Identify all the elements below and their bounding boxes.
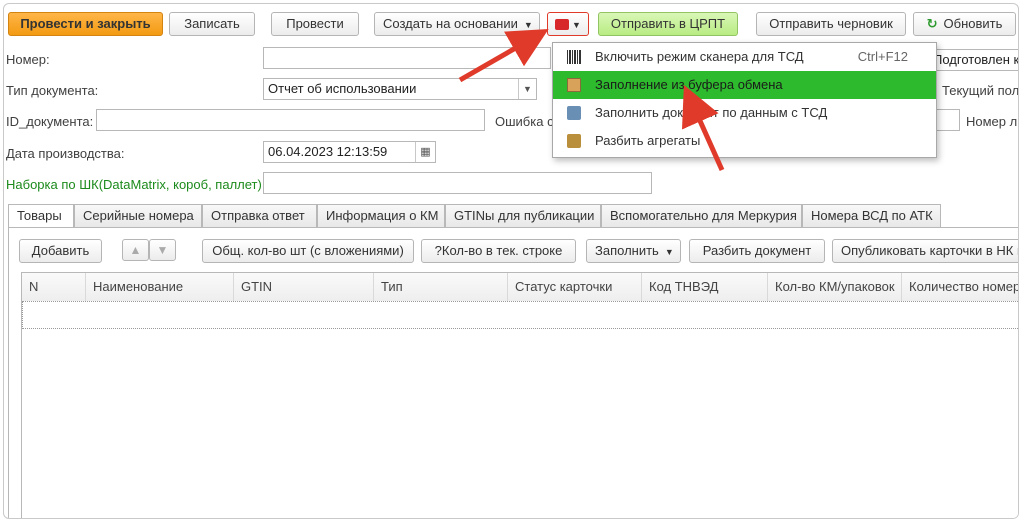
window-frame: Провести и закрыть Записать Провести Соз… bbox=[3, 3, 1019, 519]
tab-km-info[interactable]: Информация о КМ bbox=[317, 204, 445, 228]
refresh-button[interactable]: ↻ Обновить bbox=[913, 12, 1016, 36]
send-draft-button[interactable]: Отправить черновик bbox=[756, 12, 906, 36]
error-field[interactable] bbox=[933, 109, 960, 131]
menu-item-label: Включить режим сканера для ТСД bbox=[595, 49, 804, 64]
doc-type-select[interactable]: Отчет об использовании ▼ bbox=[263, 78, 537, 100]
send-to-crpt-button[interactable]: Отправить в ЦРПТ bbox=[598, 12, 738, 36]
doc-type-label: Тип документа: bbox=[6, 83, 99, 98]
split-document-button[interactable]: Разбить документ bbox=[689, 239, 825, 263]
fill-label: Заполнить bbox=[595, 243, 659, 258]
column-card-status[interactable]: Статус карточки bbox=[508, 273, 642, 301]
post-button[interactable]: Провести bbox=[271, 12, 359, 36]
column-name[interactable]: Наименование bbox=[86, 273, 234, 301]
tab-vsd-numbers[interactable]: Номера ВСД по АТК bbox=[802, 204, 941, 228]
prepared-label: Подготовлен к bbox=[933, 52, 1019, 67]
save-button[interactable]: Записать bbox=[169, 12, 255, 36]
toolbox-icon bbox=[555, 19, 570, 30]
scanner-device-icon bbox=[567, 106, 581, 120]
menu-item-fill-from-tsd[interactable]: Заполнить документ по данным с ТСД bbox=[553, 99, 936, 127]
scan-field[interactable] bbox=[263, 172, 652, 194]
menu-item-split-aggregates[interactable]: Разбить агрегаты bbox=[553, 127, 936, 155]
tab-gtins-publish[interactable]: GTINы для публикации bbox=[445, 204, 601, 228]
number-label: Номер: bbox=[6, 52, 50, 67]
split-icon bbox=[567, 134, 581, 148]
column-gtin[interactable]: GTIN bbox=[234, 273, 374, 301]
quantity-in-row-button[interactable]: ?Кол-во в тек. строке bbox=[421, 239, 576, 263]
current-user-label: Текущий поль bbox=[942, 83, 1019, 98]
table-header: N Наименование GTIN Тип Статус карточки … bbox=[22, 273, 1018, 301]
id-field[interactable] bbox=[96, 109, 485, 131]
chevron-down-icon: ▼ bbox=[523, 19, 533, 30]
menu-item-label: Заполнение из буфера обмена bbox=[595, 77, 783, 92]
add-button[interactable]: Добавить bbox=[19, 239, 102, 263]
barcode-icon bbox=[567, 50, 581, 64]
clipboard-icon bbox=[567, 78, 581, 92]
tab-mercury-helper[interactable]: Вспомогательно для Меркурия bbox=[601, 204, 802, 228]
tab-send-response[interactable]: Отправка ответ bbox=[202, 204, 317, 228]
menu-item-shortcut: Ctrl+F12 bbox=[857, 49, 908, 64]
menu-item-label: Разбить агрегаты bbox=[595, 133, 701, 148]
production-date-value: 06.04.2023 12:13:59 bbox=[268, 144, 388, 159]
more-actions-menu: Включить режим сканера для ТСД Ctrl+F12 … bbox=[552, 42, 937, 158]
create-based-on-button[interactable]: Создать на основании ▼ bbox=[374, 12, 540, 36]
scan-label: Наборка по ШК(DataMatrix, короб, паллет)… bbox=[6, 177, 266, 192]
tab-serial-numbers[interactable]: Серийные номера bbox=[74, 204, 202, 228]
chevron-down-icon: ▼ bbox=[664, 246, 674, 257]
additional-actions-button[interactable]: ▼ bbox=[547, 12, 589, 36]
column-number-count[interactable]: Количество номеро bbox=[902, 273, 1018, 301]
chevron-down-icon[interactable]: ▼ bbox=[518, 79, 536, 99]
create-based-on-label: Создать на основании bbox=[383, 16, 518, 31]
refresh-icon: ↻ bbox=[926, 16, 938, 31]
column-type[interactable]: Тип bbox=[374, 273, 508, 301]
arrow-up-icon[interactable]: ▲ bbox=[122, 239, 149, 261]
prepared-field[interactable]: Подготовлен к bbox=[929, 49, 1019, 71]
refresh-label: Обновить bbox=[943, 16, 1003, 31]
license-number-label: Номер ли bbox=[966, 114, 1019, 129]
total-quantity-button[interactable]: Общ. кол-во шт (с вложениями) bbox=[202, 239, 414, 263]
production-date-field[interactable]: 06.04.2023 12:13:59 ▦ bbox=[263, 141, 436, 163]
menu-item-scanner-mode[interactable]: Включить режим сканера для ТСД Ctrl+F12 bbox=[553, 43, 936, 71]
fill-button[interactable]: Заполнить ▼ bbox=[586, 239, 681, 263]
error-label: Ошибка с bbox=[495, 114, 554, 129]
goods-tab-panel: Добавить ▲ ▼ Общ. кол-во шт (с вложениям… bbox=[8, 227, 1018, 518]
arrow-down-icon[interactable]: ▼ bbox=[149, 239, 176, 261]
table-row[interactable] bbox=[22, 301, 1018, 329]
doc-type-value: Отчет об использовании bbox=[268, 81, 417, 96]
id-label: ID_документа: bbox=[6, 114, 94, 129]
publish-cards-button[interactable]: Опубликовать карточки в НК п bbox=[832, 239, 1018, 263]
number-field[interactable] bbox=[263, 47, 551, 69]
column-km-count[interactable]: Кол-во КМ/упаковок bbox=[768, 273, 902, 301]
calendar-icon[interactable]: ▦ bbox=[415, 142, 435, 162]
production-date-label: Дата производства: bbox=[6, 146, 125, 161]
column-tnved[interactable]: Код ТНВЭД bbox=[642, 273, 768, 301]
chevron-down-icon: ▼ bbox=[572, 19, 581, 30]
post-and-close-button[interactable]: Провести и закрыть bbox=[8, 12, 163, 36]
menu-item-fill-from-clipboard[interactable]: Заполнение из буфера обмена bbox=[553, 71, 936, 99]
column-n[interactable]: N bbox=[22, 273, 86, 301]
goods-table[interactable]: N Наименование GTIN Тип Статус карточки … bbox=[21, 272, 1018, 518]
menu-item-label: Заполнить документ по данным с ТСД bbox=[595, 105, 828, 120]
tab-goods[interactable]: Товары bbox=[8, 204, 74, 228]
